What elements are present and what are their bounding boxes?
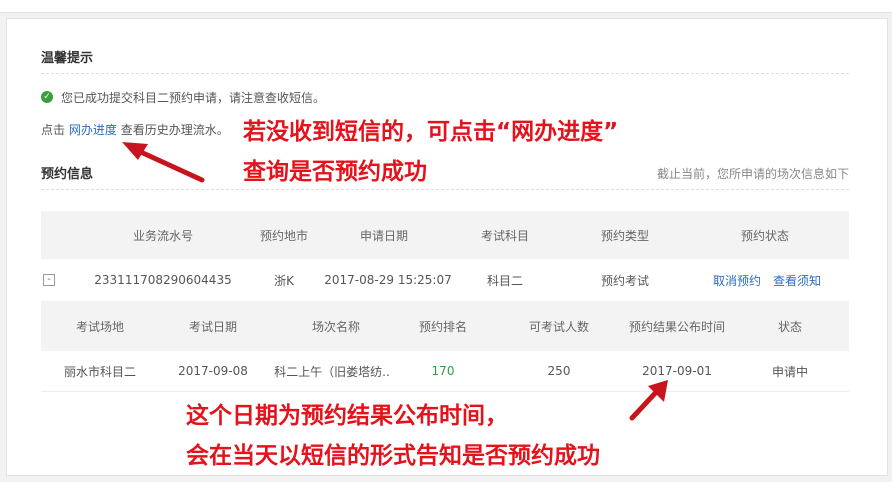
header-venue: 考试场地 <box>75 319 124 334</box>
header-capacity: 可考试人数 <box>528 319 589 334</box>
apply-date: 2017-08-29 15:25:07 <box>324 273 452 287</box>
header-status: 预约状态 <box>740 228 789 243</box>
arrow-icon <box>122 142 205 183</box>
session-name: 科二上午（旧娄塔纺.. <box>274 364 390 379</box>
header-city: 预约地市 <box>259 228 308 243</box>
header-exam-date: 考试日期 <box>188 319 237 334</box>
header-detail-status: 状态 <box>777 319 802 334</box>
booking-rank: 170 <box>431 364 455 378</box>
success-message: 您已成功提交科目二预约申请，请注意查收短信。 <box>61 90 326 105</box>
main-header-row: 业务流水号 预约地市 申请日期 考试科目 预约类型 预约状态 <box>41 211 849 259</box>
annotation-bottom-line1: 这个日期为预约结果公布时间， <box>186 403 508 429</box>
collapse-icon[interactable]: - <box>43 274 55 286</box>
view-notice-link[interactable]: 查看须知 <box>769 272 825 289</box>
cancel-booking-link[interactable]: 取消预约 <box>709 272 765 289</box>
exam-date: 2017-09-08 <box>178 364 248 378</box>
hint-suffix: 查看历史办理流水。 <box>120 123 229 137</box>
venue: 丽水市科目二 <box>63 364 136 379</box>
header-session: 场次名称 <box>311 319 360 334</box>
progress-link[interactable]: 网办进度 <box>69 123 117 137</box>
top-bar <box>0 0 892 13</box>
subject: 科目二 <box>486 273 523 288</box>
booking-note: 截止当前，您所申请的场次信息如下 <box>656 167 849 181</box>
check-circle-icon: ✓ <box>41 91 53 103</box>
notice-title: 温馨提示 <box>41 51 94 66</box>
hint-prefix: 点击 <box>41 123 66 137</box>
serial-number: 233111708290604435 <box>94 273 232 287</box>
header-apply-date: 申请日期 <box>359 228 408 243</box>
arrow-icon <box>629 380 668 421</box>
header-publish-date: 预约结果公布时间 <box>628 319 725 334</box>
divider <box>41 73 849 74</box>
header-rank: 预约排名 <box>418 319 467 334</box>
success-notice: ✓ 您已成功提交科目二预约申请，请注意查收短信。 <box>41 89 325 105</box>
header-type: 预约类型 <box>600 228 649 243</box>
detail-status: 申请中 <box>771 364 808 379</box>
booking-row: - 233111708290604435 浙K 2017-08-29 15:25… <box>41 259 849 302</box>
booking-type: 预约考试 <box>600 273 649 288</box>
city: 浙K <box>274 273 294 288</box>
annotation-bottom-line2: 会在当天以短信的形式告知是否预约成功 <box>186 443 600 469</box>
detail-row: 丽水市科目二 2017-09-08 科二上午（旧娄塔纺.. 170 250 20… <box>41 351 849 392</box>
header-subject: 考试科目 <box>480 228 529 243</box>
detail-header-row: 考试场地 考试日期 场次名称 预约排名 可考试人数 预约结果公布时间 状态 <box>41 301 849 351</box>
exam-capacity: 250 <box>547 364 571 378</box>
divider <box>41 189 849 190</box>
booking-title: 预约信息 <box>41 167 94 182</box>
header-serial: 业务流水号 <box>132 228 193 243</box>
annotation-top-line2: 查询是否预约成功 <box>243 159 427 185</box>
annotation-top-line1: 若没收到短信的，可点击“网办进度” <box>243 119 619 145</box>
